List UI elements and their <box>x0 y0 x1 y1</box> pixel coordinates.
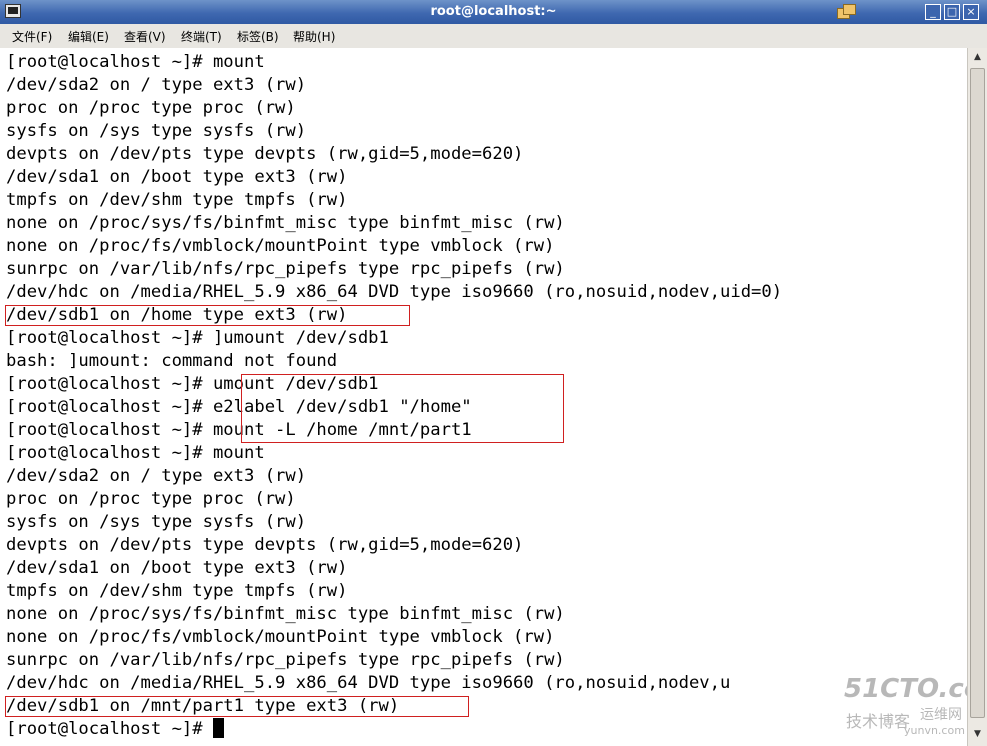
highlight-box-home-mount <box>5 305 410 326</box>
maximize-button[interactable]: □ <box>944 4 960 20</box>
terminal-line: [root@localhost ~]# mount <box>6 52 265 72</box>
scroll-down-icon[interactable]: ▼ <box>971 728 984 741</box>
terminal-line: devpts on /dev/pts type devpts (rw,gid=5… <box>6 144 524 164</box>
terminal-line: devpts on /dev/pts type devpts (rw,gid=5… <box>6 535 524 555</box>
terminal-line: proc on /proc type proc (rw) <box>6 489 296 509</box>
scroll-up-icon[interactable]: ▲ <box>971 51 984 64</box>
highlight-box-commands <box>241 374 564 443</box>
terminal-output[interactable]: [root@localhost ~]# mount /dev/sda2 on /… <box>0 48 967 746</box>
watermark-logo: 51CTO.com <box>844 674 967 704</box>
terminal-line: sunrpc on /var/lib/nfs/rpc_pipefs type r… <box>6 259 565 279</box>
terminal-line: /dev/sda2 on / type ext3 (rw) <box>6 466 307 486</box>
terminal-line: /dev/hdc on /media/RHEL_5.9 x86_64 DVD t… <box>6 673 731 693</box>
terminal-line: none on /proc/sys/fs/binfmt_misc type bi… <box>6 213 565 233</box>
scroll-thumb[interactable] <box>970 68 985 718</box>
vertical-scrollbar[interactable]: ▲ ▼ <box>967 48 987 746</box>
menu-view[interactable]: 查看(V) <box>124 28 166 45</box>
terminal-line: [root@localhost ~]# mount <box>6 443 265 463</box>
terminal-line: tmpfs on /dev/shm type tmpfs (rw) <box>6 581 348 601</box>
menu-file[interactable]: 文件(F) <box>12 28 52 45</box>
terminal-line: bash: ]umount: command not found <box>6 351 338 371</box>
terminal-line: tmpfs on /dev/shm type tmpfs (rw) <box>6 190 348 210</box>
watermark-text: 运维网 <box>920 707 962 723</box>
terminal-line: /dev/hdc on /media/RHEL_5.9 x86_64 DVD t… <box>6 282 783 302</box>
minimize-button[interactable]: _ <box>925 4 941 20</box>
watermark-text: yunvn.com <box>904 724 965 737</box>
terminal-line: /dev/sda2 on / type ext3 (rw) <box>6 75 307 95</box>
menu-terminal[interactable]: 终端(T) <box>181 28 222 45</box>
text-cursor <box>212 718 224 738</box>
close-button[interactable]: × <box>963 4 979 20</box>
menu-bar: 文件(F) 编辑(E) 查看(V) 终端(T) 标签(B) 帮助(H) <box>0 24 987 49</box>
prompt-line: [root@localhost ~]# <box>6 718 224 741</box>
menu-help[interactable]: 帮助(H) <box>293 28 335 45</box>
terminal-line: sysfs on /sys type sysfs (rw) <box>6 121 307 141</box>
terminal-line: none on /proc/fs/vmblock/mountPoint type… <box>6 627 555 647</box>
terminal-line: [root@localhost ~]# ]umount /dev/sdb1 <box>6 328 389 348</box>
watermark-text: 技术博客 <box>846 712 911 731</box>
prompt-text: [root@localhost ~]# <box>6 719 213 739</box>
highlight-box-part1-mount <box>5 696 469 717</box>
terminal-line: none on /proc/fs/vmblock/mountPoint type… <box>6 236 555 256</box>
terminal-line: proc on /proc type proc (rw) <box>6 98 296 118</box>
title-bar: root@localhost:~ _ □ × <box>0 0 987 24</box>
terminal-line: /dev/sda1 on /boot type ext3 (rw) <box>6 558 348 578</box>
terminal-line: /dev/sda1 on /boot type ext3 (rw) <box>6 167 348 187</box>
menu-tabs[interactable]: 标签(B) <box>237 28 279 45</box>
workspace-switcher-icon[interactable] <box>837 4 857 20</box>
terminal-line: sysfs on /sys type sysfs (rw) <box>6 512 307 532</box>
menu-edit[interactable]: 编辑(E) <box>68 28 109 45</box>
terminal-line: none on /proc/sys/fs/binfmt_misc type bi… <box>6 604 565 624</box>
terminal-line: sunrpc on /var/lib/nfs/rpc_pipefs type r… <box>6 650 565 670</box>
